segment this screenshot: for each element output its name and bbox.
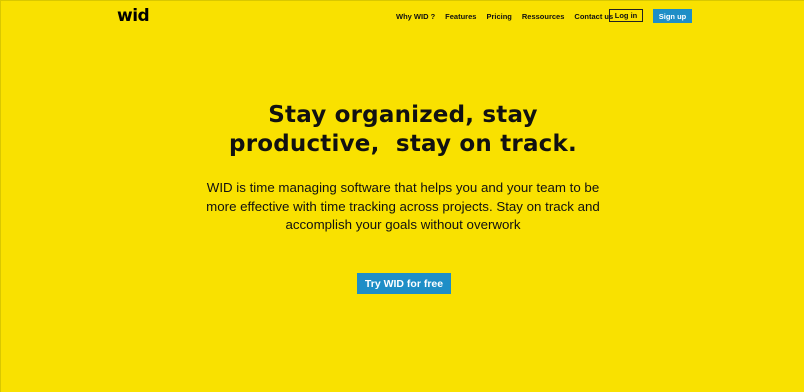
nav-links: Why WID ? Features Pricing Ressources Co… bbox=[396, 11, 613, 23]
hero-description-line: accomplish your goals without overwork bbox=[285, 217, 521, 232]
nav-link-contact-us[interactable]: Contact us bbox=[574, 11, 613, 23]
hero-title-line: productive, stay on track. bbox=[229, 131, 577, 157]
nav-link-why-wid[interactable]: Why WID ? bbox=[396, 11, 435, 23]
login-button[interactable]: Log in bbox=[609, 9, 643, 22]
signup-button[interactable]: Sign up bbox=[653, 9, 692, 23]
landing-page: wid Why WID ? Features Pricing Ressource… bbox=[0, 0, 804, 392]
nav-link-ressources[interactable]: Ressources bbox=[522, 11, 565, 23]
hero-description: WID is time managing software that helps… bbox=[1, 179, 804, 235]
hero-description-line: more effective with time tracking across… bbox=[206, 198, 600, 214]
wid-logo[interactable]: wid bbox=[117, 7, 150, 25]
nav-link-pricing[interactable]: Pricing bbox=[486, 11, 511, 23]
top-navigation: wid Why WID ? Features Pricing Ressource… bbox=[1, 1, 804, 33]
hero-description-line: WID is time managing software that helps… bbox=[206, 180, 600, 195]
nav-link-features[interactable]: Features bbox=[445, 11, 476, 23]
hero-title: Stay organized, stay productive, stay on… bbox=[1, 101, 804, 159]
try-wid-free-button[interactable]: Try WID for free bbox=[357, 273, 451, 294]
hero-title-line: Stay organized, stay bbox=[268, 102, 538, 128]
